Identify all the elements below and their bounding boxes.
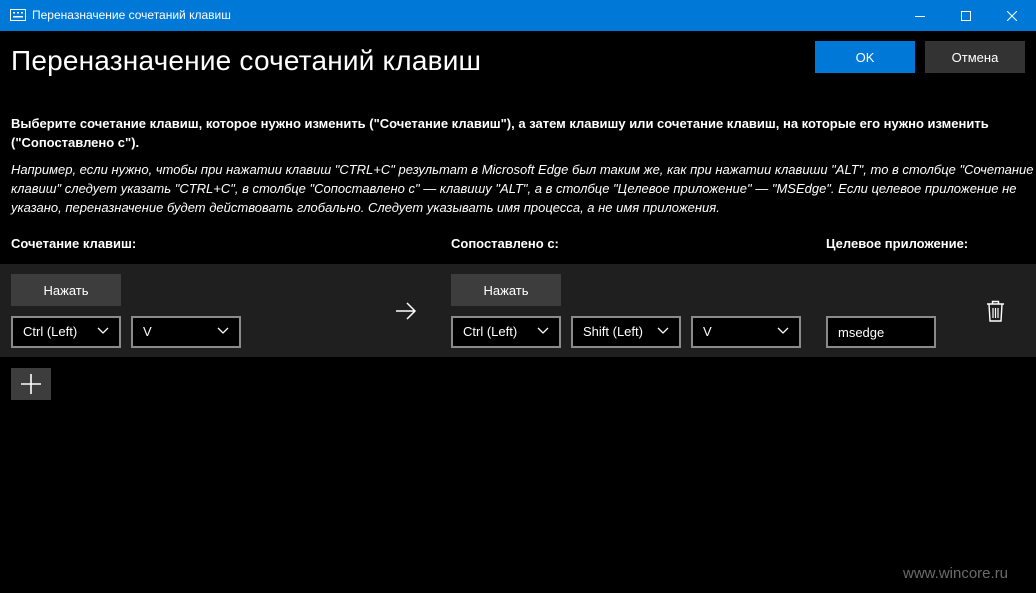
minimize-icon	[915, 15, 925, 17]
minimize-button[interactable]	[897, 0, 943, 31]
column-header-mapped-to: Сопоставлено с:	[451, 236, 559, 251]
column-header-target-app: Целевое приложение:	[826, 236, 969, 251]
title-bar: Переназначение сочетаний клавиш	[0, 0, 1036, 31]
target-app-input[interactable]	[826, 316, 936, 348]
cancel-button[interactable]: Отмена	[925, 41, 1025, 73]
dropdown-value: V	[703, 324, 712, 339]
dropdown-value: Shift (Left)	[583, 324, 643, 339]
maximize-icon	[961, 10, 971, 21]
column-header-shortcut: Сочетание клавиш:	[11, 236, 137, 251]
dropdown-value: Ctrl (Left)	[23, 324, 78, 339]
chevron-down-icon	[217, 327, 229, 334]
dropdown-value: Ctrl (Left)	[463, 324, 518, 339]
target-key-dropdown-2[interactable]: Shift (Left)	[571, 316, 681, 348]
watermark: www.wincore.ru	[903, 565, 1009, 582]
close-button[interactable]	[989, 0, 1035, 31]
close-icon	[1007, 10, 1017, 21]
chevron-down-icon	[97, 327, 109, 334]
instructions-text: Выберите сочетание клавиш, которое нужно…	[11, 116, 989, 150]
trash-icon[interactable]	[986, 300, 1005, 322]
press-mapped-button[interactable]: Нажать	[451, 274, 561, 306]
keyboard-icon	[10, 9, 26, 21]
page-title: Переназначение сочетаний клавиш	[11, 45, 482, 76]
chevron-down-icon	[777, 327, 789, 334]
target-key-dropdown-1[interactable]: Ctrl (Left)	[451, 316, 561, 348]
add-shortcut-button[interactable]	[11, 368, 51, 400]
target-key-dropdown-3[interactable]: V	[691, 316, 801, 348]
chevron-down-icon	[537, 327, 549, 334]
source-key-dropdown-1[interactable]: Ctrl (Left)	[11, 316, 121, 348]
maximize-button[interactable]	[943, 0, 989, 31]
source-key-dropdown-2[interactable]: V	[131, 316, 241, 348]
chevron-down-icon	[657, 327, 669, 334]
window-title: Переназначение сочетаний клавиш	[32, 8, 231, 22]
ok-button[interactable]: OK	[815, 41, 915, 73]
dropdown-value: V	[143, 324, 152, 339]
plus-icon	[21, 374, 41, 394]
press-shortcut-button[interactable]: Нажать	[11, 274, 121, 306]
arrow-right-icon	[396, 302, 417, 320]
example-text: Например, если нужно, чтобы при нажатии …	[11, 162, 1034, 215]
